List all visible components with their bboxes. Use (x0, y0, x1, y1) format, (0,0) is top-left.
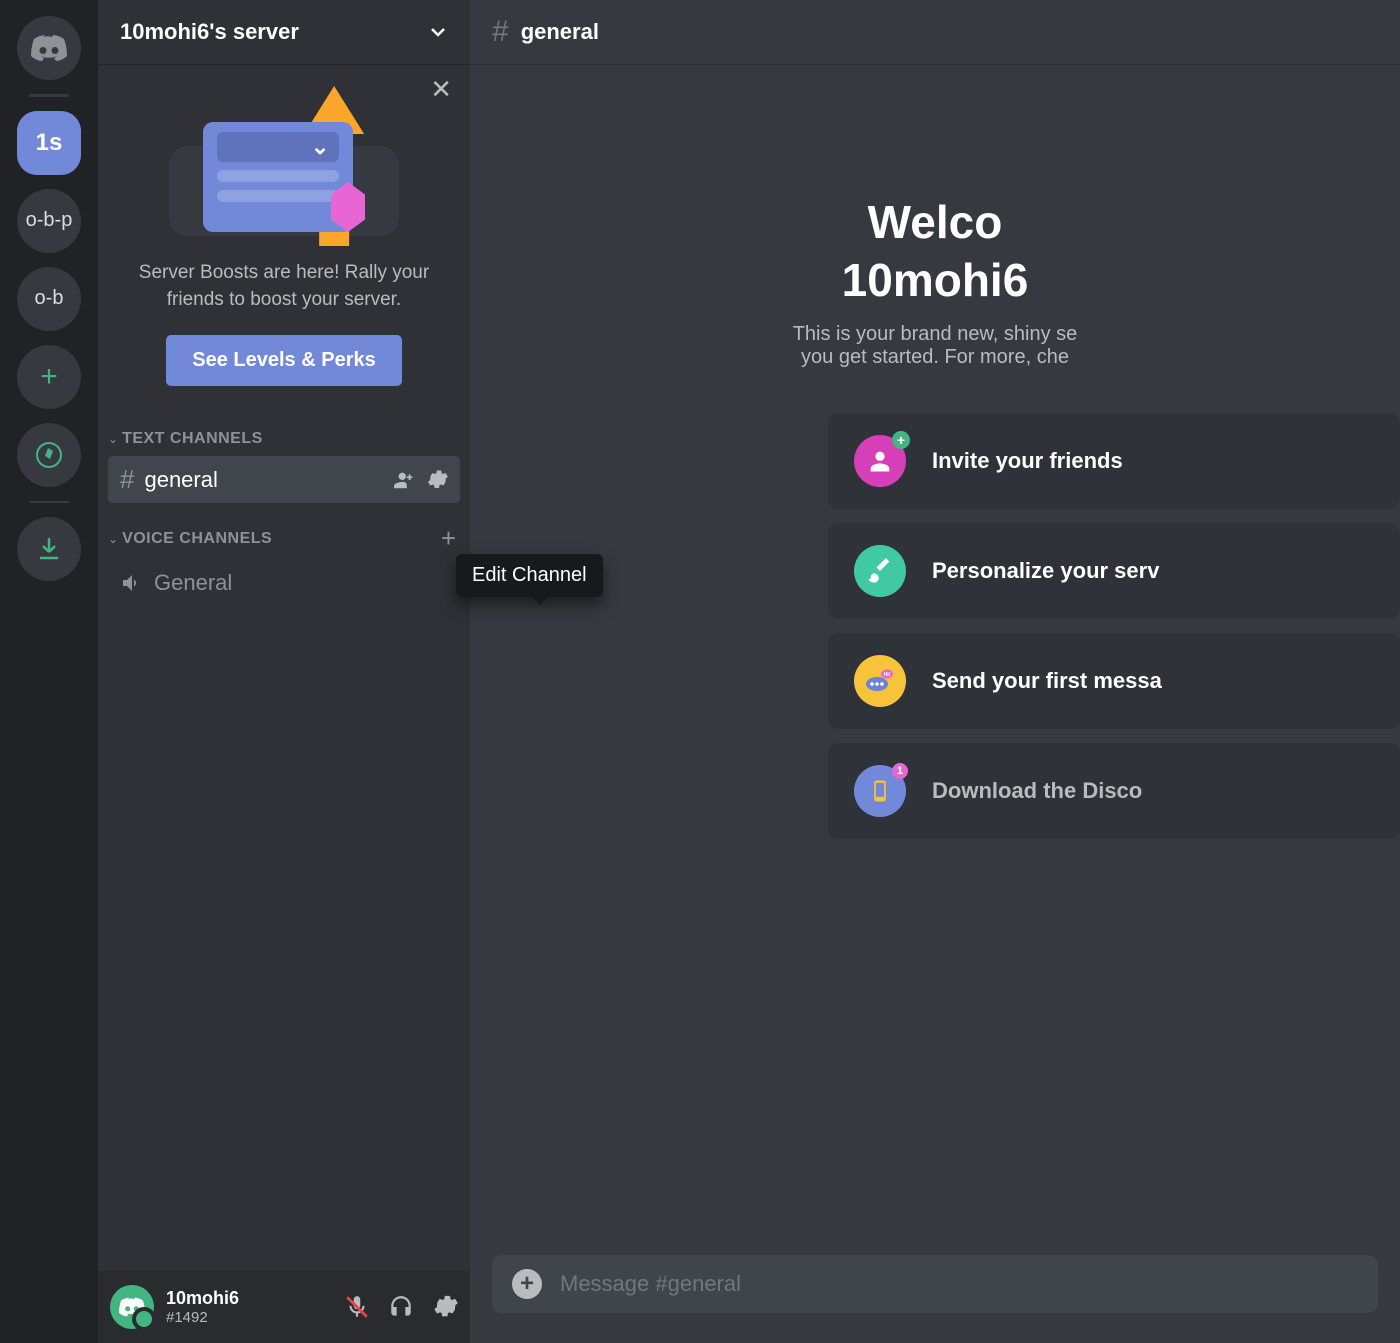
server-item-ob[interactable]: o-b (17, 267, 81, 331)
user-panel: 10mohi6 #1492 (98, 1271, 470, 1343)
channel-title: general (521, 19, 599, 45)
server-item-1s[interactable]: 1s (17, 111, 81, 175)
welcome-subtitle: This is your brand new, shiny se you get… (490, 323, 1380, 369)
text-channels-category[interactable]: ⌄ TEXT CHANNELS (98, 412, 470, 454)
server-name: 10mohi6's server (120, 19, 299, 45)
chat-body: Welco 10mohi6 This is your brand new, sh… (470, 64, 1400, 1255)
rail-divider (29, 501, 69, 504)
svg-text:Hi!: Hi! (884, 672, 891, 678)
boost-text: Server Boosts are here! Rally your frien… (116, 260, 452, 313)
personalize-server-card[interactable]: Personalize your serv (828, 523, 1400, 619)
chat-header: # general (470, 0, 1400, 64)
server-header[interactable]: 10mohi6's server (98, 0, 470, 64)
invite-icon: + (854, 435, 906, 487)
channel-label: General (154, 570, 448, 596)
welcome-block: Welco 10mohi6 This is your brand new, sh… (470, 194, 1400, 369)
welcome-title: Welco 10mohi6 (490, 194, 1380, 309)
channel-panel: 10mohi6's server ✕ Server Boosts are her… (98, 0, 470, 1343)
compose-area: + (470, 1255, 1400, 1343)
phone-icon: 1 (854, 765, 906, 817)
mute-toggle[interactable] (344, 1294, 370, 1320)
server-rail: 1s o-b-p o-b + (0, 0, 98, 1343)
boost-illustration (116, 86, 452, 246)
see-levels-perks-button[interactable]: See Levels & Perks (166, 335, 401, 386)
chevron-down-icon: ⌄ (108, 532, 118, 546)
chevron-down-icon: ⌄ (108, 432, 118, 446)
create-invite-icon[interactable] (394, 469, 416, 491)
server-item-obp[interactable]: o-b-p (17, 189, 81, 253)
channel-general[interactable]: # general (108, 456, 460, 503)
card-label: Invite your friends (932, 448, 1123, 474)
card-label: Download the Disco (932, 778, 1142, 804)
boost-promo-card: ✕ Server Boosts are here! Rally your fri… (98, 64, 470, 412)
category-label: TEXT CHANNELS (122, 430, 263, 448)
invite-friends-card[interactable]: + Invite your friends (828, 413, 1400, 509)
chat-bubble-icon: Hi! (854, 655, 906, 707)
download-apps-card[interactable]: 1 Download the Disco (828, 743, 1400, 839)
welcome-action-cards: + Invite your friends Personalize your s… (470, 413, 1400, 839)
send-first-message-card[interactable]: Hi! Send your first messa (828, 633, 1400, 729)
main-chat: # general Welco 10mohi6 This is your bra… (470, 0, 1400, 1343)
download-apps-button[interactable] (17, 517, 81, 581)
discord-logo-icon (119, 1297, 145, 1317)
add-server-button[interactable]: + (17, 345, 81, 409)
attach-button[interactable]: + (512, 1269, 542, 1299)
gear-icon (432, 1294, 458, 1320)
channel-label: general (144, 467, 384, 493)
plus-icon: + (520, 1270, 534, 1298)
home-button[interactable] (17, 16, 81, 80)
edit-channel-tooltip: Edit Channel (456, 554, 603, 597)
discord-logo-icon (31, 35, 67, 61)
compose-box: + (492, 1255, 1378, 1313)
mic-muted-icon (344, 1294, 370, 1320)
edit-channel-icon[interactable] (426, 469, 448, 491)
card-label: Personalize your serv (932, 558, 1159, 584)
plus-icon: + (40, 360, 58, 394)
voice-channels-category[interactable]: ⌄ VOICE CHANNELS + (98, 505, 470, 560)
user-name: 10mohi6 (166, 1288, 239, 1309)
compass-icon (35, 441, 63, 469)
hash-icon: # (492, 15, 509, 49)
voice-channel-general[interactable]: General (108, 562, 460, 604)
brush-icon (854, 545, 906, 597)
chevron-down-icon (428, 22, 448, 42)
user-settings-button[interactable] (432, 1294, 458, 1320)
speaker-icon (120, 571, 144, 595)
rail-divider (29, 94, 69, 97)
download-icon (36, 536, 62, 562)
message-input[interactable] (560, 1271, 1358, 1297)
category-label: VOICE CHANNELS (122, 530, 272, 548)
card-label: Send your first messa (932, 668, 1162, 694)
user-tag: #1492 (166, 1309, 239, 1326)
headphones-icon (388, 1294, 414, 1320)
add-channel-icon[interactable]: + (441, 523, 456, 554)
explore-servers-button[interactable] (17, 423, 81, 487)
deafen-toggle[interactable] (388, 1294, 414, 1320)
avatar[interactable] (110, 1285, 154, 1329)
hash-icon: # (120, 464, 134, 495)
